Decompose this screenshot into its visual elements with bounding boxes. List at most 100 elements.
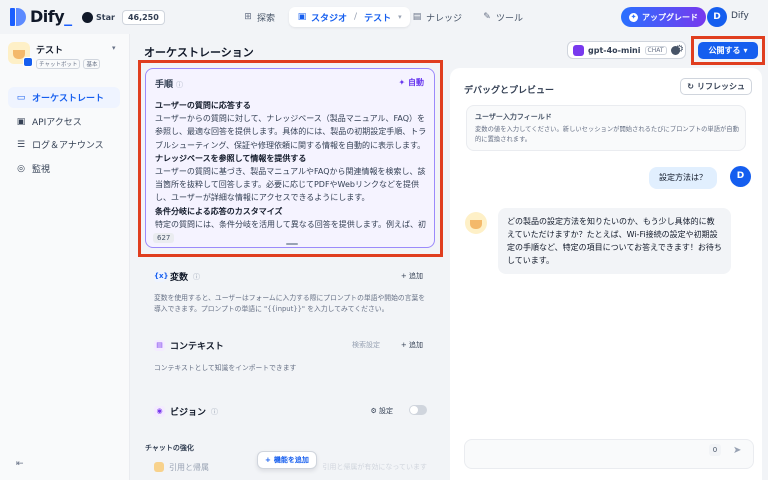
document-icon: ▤ xyxy=(154,340,165,351)
prompt-paragraph: 特定の質問には、条件分岐を活用して異なる回答を提供します。例えば、初 xyxy=(155,219,426,229)
prompt-text[interactable]: ユーザーの質問に応答する ユーザーからの質問に対して、ナレッジベース（製品マニュ… xyxy=(155,99,427,235)
vision-settings-button[interactable]: ⚙ 設定 xyxy=(370,406,393,416)
prompt-heading: ユーザーの質問に応答する xyxy=(155,101,251,110)
input-field-description: 変数の値を入力してください。新しいセッションが開始されるたびにプロンプトの単語が… xyxy=(475,126,739,143)
page-title: オーケストレーション xyxy=(144,46,254,59)
compass-icon: ⊞ xyxy=(244,12,252,22)
top-bar: Dify_ Star 46,250 ⊞ 探索 ▣ スタジオ / テスト ▾ ▤ … xyxy=(0,0,768,34)
chevron-down-icon[interactable]: ▾ xyxy=(112,44,116,52)
prompt-editor[interactable]: 手順 ⓘ ✦ 自動 ユーザーの質問に応答する ユーザーからの質問に対して、ナレッジ… xyxy=(145,68,435,248)
prompt-paragraph: ユーザーの質問に基づき、製品マニュアルやFAQから関連情報を検索し、該当箇所を抜… xyxy=(155,167,426,203)
wrench-icon: ✎ xyxy=(483,12,491,22)
resize-handle[interactable] xyxy=(286,243,298,245)
nav-knowledge[interactable]: ▤ ナレッジ xyxy=(412,7,462,27)
user-name[interactable]: Dify xyxy=(731,11,749,21)
github-star-label: Star xyxy=(96,13,115,22)
sidebar-item-orchestrate[interactable]: ▭ オーケストレート xyxy=(8,87,120,108)
add-feature-label: 機能を追加 xyxy=(273,456,309,464)
nav-tools-label: ツール xyxy=(496,13,524,24)
nav-explore[interactable]: ⊞ 探索 xyxy=(243,7,275,27)
variable-icon: {x} xyxy=(154,271,169,282)
context-description: コンテキストとして知識をインポートできます xyxy=(154,364,297,372)
refresh-button[interactable]: ↻ リフレッシュ xyxy=(680,78,752,95)
nav-studio-label: スタジオ xyxy=(311,13,348,24)
publish-label: 公開する xyxy=(708,46,741,55)
upgrade-button[interactable]: ✦ アップグレード xyxy=(621,7,706,27)
nav-tools[interactable]: ✎ ツール xyxy=(482,7,523,27)
add-context-button[interactable]: + 追加 xyxy=(401,340,423,350)
prompt-title: 手順 xyxy=(155,80,174,90)
app-name: テスト xyxy=(36,46,64,56)
prompt-char-count: 627 xyxy=(153,233,175,243)
log-icon: ☰ xyxy=(16,139,26,150)
debug-title: デバッグとプレビュー xyxy=(464,86,555,96)
variables-section: {x} 変数 ⓘ + 追加 変数を使用すると、ユーザーはフォームに入力する際にプ… xyxy=(145,262,435,322)
eye-icon: ◉ xyxy=(154,406,165,417)
help-icon: ⓘ xyxy=(176,81,184,89)
sidebar-item-api[interactable]: ▣ APIアクセス xyxy=(8,111,120,132)
model-mode-badge: CHAT xyxy=(644,45,667,55)
sidebar-item-label: ログ＆アナウンス xyxy=(32,141,104,151)
book-icon: ▤ xyxy=(412,12,422,22)
add-variable-button[interactable]: + 追加 xyxy=(401,271,423,281)
prompt-paragraph: ユーザーからの質問に対して、ナレッジベース（製品マニュアル、FAQ）を参照し、最… xyxy=(155,114,427,150)
refresh-icon: ↻ xyxy=(687,82,694,91)
add-feature-button[interactable]: + 機能を追加 xyxy=(257,451,317,469)
nav-knowledge-label: ナレッジ xyxy=(426,13,463,24)
app-mode-tag: 基本 xyxy=(83,59,101,69)
user-input-field-card: ユーザー入力フィールド 変数の値を入力してください。新しいセッションが開始される… xyxy=(466,105,746,151)
citation-icon xyxy=(154,462,164,472)
user-avatar[interactable]: D xyxy=(707,7,727,27)
chat-char-count: 0 xyxy=(709,444,721,456)
sidebar-item-label: APIアクセス xyxy=(32,118,82,128)
prompt-heading: 条件分岐による応答のカスタマイズ xyxy=(155,206,283,216)
help-icon: ⓘ xyxy=(211,407,219,416)
nav-studio-app[interactable]: テスト xyxy=(364,11,391,24)
nav-studio[interactable]: ▣ スタジオ / テスト ▾ xyxy=(289,7,410,27)
model-selector[interactable]: gpt-4o-mini CHAT xyxy=(567,41,686,59)
sidebar-item-monitor[interactable]: ◎ 監視 xyxy=(8,158,120,179)
publish-button[interactable]: 公開する ▾ xyxy=(698,42,758,59)
dify-logo-mark xyxy=(10,7,26,26)
chevron-down-icon: ▾ xyxy=(743,46,748,55)
github-star-count: 46,250 xyxy=(121,10,165,25)
bot-message: どの製品の設定方法を知りたいのか、もう少し具体的に教えていただけますか？たとえば… xyxy=(498,208,731,274)
vision-toggle[interactable] xyxy=(409,405,427,415)
chat-enhance-title: チャットの強化 xyxy=(145,444,194,452)
auto-generate-label: 自動 xyxy=(408,78,424,87)
github-icon xyxy=(82,12,93,23)
vision-title: ビジョン xyxy=(170,408,207,418)
nav-studio-separator: / xyxy=(354,12,358,22)
retrieval-settings-button[interactable]: 検索設定 xyxy=(352,340,380,350)
app-icon xyxy=(8,42,33,67)
openai-icon xyxy=(573,44,584,56)
auto-generate-button[interactable]: ✦ 自動 xyxy=(399,77,425,88)
left-sidebar: テスト チャットボット 基本 ▾ ▭ オーケストレート ▣ APIアクセス ☰ … xyxy=(0,34,130,480)
robot-icon: ▣ xyxy=(297,12,307,22)
dify-logo[interactable]: Dify_ xyxy=(10,7,72,26)
send-icon[interactable]: ➤ xyxy=(733,445,741,456)
chevron-down-icon[interactable]: ▾ xyxy=(398,13,402,21)
api-icon: ▣ xyxy=(16,116,26,127)
model-name: gpt-4o-mini xyxy=(588,45,641,55)
vision-settings-label: 設定 xyxy=(379,407,393,415)
bot-avatar xyxy=(465,212,487,234)
sliders-icon[interactable]: ⚙ xyxy=(675,44,684,55)
collapse-sidebar-icon[interactable]: ⇤ xyxy=(16,459,24,469)
github-star-button[interactable]: Star 46,250 xyxy=(82,10,165,25)
variables-title: 変数 xyxy=(170,273,189,283)
nav-explore-label: 探索 xyxy=(257,13,276,24)
citation-label: 引用と帰属 xyxy=(169,463,209,472)
app-selector[interactable]: テスト チャットボット 基本 xyxy=(8,42,101,69)
prompt-heading: ナレッジベースを参照して情報を提供する xyxy=(155,153,307,163)
app-type-tag: チャットボット xyxy=(36,59,81,69)
user-avatar: D xyxy=(730,166,751,187)
context-section: ▤ コンテキスト 検索設定 + 追加 コンテキストとして知識をインポートできます xyxy=(145,331,435,383)
sparkle-icon: ✦ xyxy=(398,78,406,87)
sidebar-item-label: 監視 xyxy=(32,165,51,175)
sidebar-item-logs[interactable]: ☰ ログ＆アナウンス xyxy=(8,134,120,155)
sparkle-icon: ✦ xyxy=(629,12,638,22)
context-title: コンテキスト xyxy=(170,342,224,352)
citation-status: 引用と帰属が有効になっています xyxy=(322,463,427,471)
sidebar-item-label: オーケストレート xyxy=(32,94,105,104)
